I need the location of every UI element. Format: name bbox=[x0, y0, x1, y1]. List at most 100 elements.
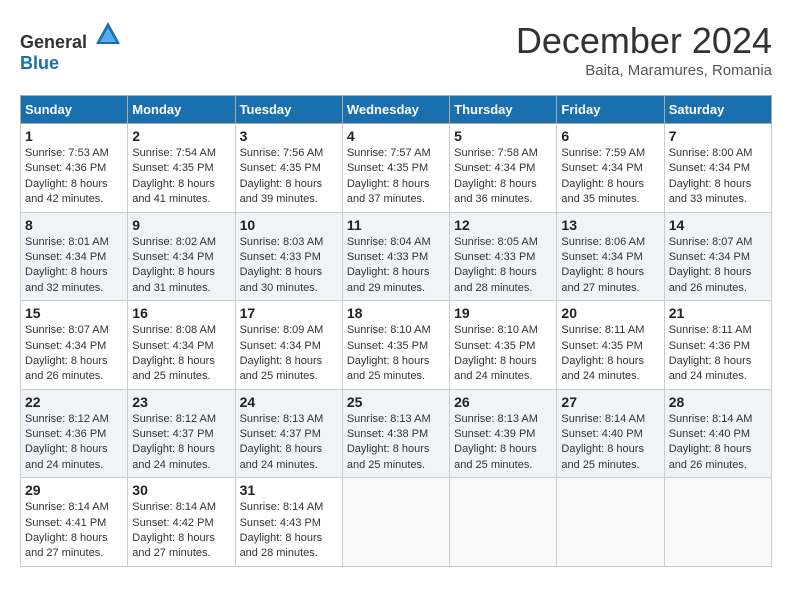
cell-content: Sunrise: 8:07 AMSunset: 4:34 PMDaylight:… bbox=[25, 324, 109, 382]
day-number: 29 bbox=[25, 482, 123, 498]
calendar-cell: 6 Sunrise: 7:59 AMSunset: 4:34 PMDayligh… bbox=[557, 124, 664, 213]
calendar-header: SundayMondayTuesdayWednesdayThursdayFrid… bbox=[21, 96, 772, 124]
week-row-1: 1 Sunrise: 7:53 AMSunset: 4:36 PMDayligh… bbox=[21, 124, 772, 213]
logo-general: General bbox=[20, 32, 87, 52]
day-number: 1 bbox=[25, 128, 123, 144]
cell-content: Sunrise: 8:14 AMSunset: 4:41 PMDaylight:… bbox=[25, 501, 109, 559]
cell-content: Sunrise: 8:06 AMSunset: 4:34 PMDaylight:… bbox=[561, 236, 645, 294]
calendar-cell: 7 Sunrise: 8:00 AMSunset: 4:34 PMDayligh… bbox=[664, 124, 771, 213]
day-number: 6 bbox=[561, 128, 659, 144]
calendar-cell: 28 Sunrise: 8:14 AMSunset: 4:40 PMDaylig… bbox=[664, 389, 771, 478]
col-header-tuesday: Tuesday bbox=[235, 96, 342, 124]
location-title: Baita, Maramures, Romania bbox=[516, 62, 772, 79]
cell-content: Sunrise: 8:08 AMSunset: 4:34 PMDaylight:… bbox=[132, 324, 216, 382]
calendar-cell: 12 Sunrise: 8:05 AMSunset: 4:33 PMDaylig… bbox=[450, 212, 557, 301]
day-number: 30 bbox=[132, 482, 230, 498]
calendar-cell: 15 Sunrise: 8:07 AMSunset: 4:34 PMDaylig… bbox=[21, 301, 128, 390]
calendar-cell: 14 Sunrise: 8:07 AMSunset: 4:34 PMDaylig… bbox=[664, 212, 771, 301]
week-row-2: 8 Sunrise: 8:01 AMSunset: 4:34 PMDayligh… bbox=[21, 212, 772, 301]
col-header-monday: Monday bbox=[128, 96, 235, 124]
calendar-cell bbox=[557, 478, 664, 567]
page-header: General Blue December 2024 Baita, Maramu… bbox=[20, 20, 772, 79]
cell-content: Sunrise: 8:05 AMSunset: 4:33 PMDaylight:… bbox=[454, 236, 538, 294]
cell-content: Sunrise: 8:13 AMSunset: 4:38 PMDaylight:… bbox=[347, 413, 431, 471]
week-row-3: 15 Sunrise: 8:07 AMSunset: 4:34 PMDaylig… bbox=[21, 301, 772, 390]
day-number: 8 bbox=[25, 217, 123, 233]
col-header-wednesday: Wednesday bbox=[342, 96, 449, 124]
day-number: 7 bbox=[669, 128, 767, 144]
cell-content: Sunrise: 8:09 AMSunset: 4:34 PMDaylight:… bbox=[240, 324, 324, 382]
cell-content: Sunrise: 8:12 AMSunset: 4:37 PMDaylight:… bbox=[132, 413, 216, 471]
cell-content: Sunrise: 8:13 AMSunset: 4:37 PMDaylight:… bbox=[240, 413, 324, 471]
calendar-cell: 20 Sunrise: 8:11 AMSunset: 4:35 PMDaylig… bbox=[557, 301, 664, 390]
calendar-cell: 21 Sunrise: 8:11 AMSunset: 4:36 PMDaylig… bbox=[664, 301, 771, 390]
day-number: 15 bbox=[25, 305, 123, 321]
calendar-cell: 19 Sunrise: 8:10 AMSunset: 4:35 PMDaylig… bbox=[450, 301, 557, 390]
cell-content: Sunrise: 7:59 AMSunset: 4:34 PMDaylight:… bbox=[561, 147, 645, 205]
calendar-cell: 9 Sunrise: 8:02 AMSunset: 4:34 PMDayligh… bbox=[128, 212, 235, 301]
cell-content: Sunrise: 8:14 AMSunset: 4:40 PMDaylight:… bbox=[561, 413, 645, 471]
col-header-sunday: Sunday bbox=[21, 96, 128, 124]
day-number: 21 bbox=[669, 305, 767, 321]
day-number: 23 bbox=[132, 394, 230, 410]
calendar-cell: 18 Sunrise: 8:10 AMSunset: 4:35 PMDaylig… bbox=[342, 301, 449, 390]
calendar-table: SundayMondayTuesdayWednesdayThursdayFrid… bbox=[20, 95, 772, 567]
calendar-cell: 26 Sunrise: 8:13 AMSunset: 4:39 PMDaylig… bbox=[450, 389, 557, 478]
day-number: 9 bbox=[132, 217, 230, 233]
cell-content: Sunrise: 8:02 AMSunset: 4:34 PMDaylight:… bbox=[132, 236, 216, 294]
day-number: 22 bbox=[25, 394, 123, 410]
day-number: 5 bbox=[454, 128, 552, 144]
logo: General Blue bbox=[20, 20, 122, 74]
cell-content: Sunrise: 8:07 AMSunset: 4:34 PMDaylight:… bbox=[669, 236, 753, 294]
cell-content: Sunrise: 7:58 AMSunset: 4:34 PMDaylight:… bbox=[454, 147, 538, 205]
calendar-cell: 1 Sunrise: 7:53 AMSunset: 4:36 PMDayligh… bbox=[21, 124, 128, 213]
calendar-cell: 2 Sunrise: 7:54 AMSunset: 4:35 PMDayligh… bbox=[128, 124, 235, 213]
week-row-4: 22 Sunrise: 8:12 AMSunset: 4:36 PMDaylig… bbox=[21, 389, 772, 478]
calendar-cell: 10 Sunrise: 8:03 AMSunset: 4:33 PMDaylig… bbox=[235, 212, 342, 301]
cell-content: Sunrise: 8:11 AMSunset: 4:36 PMDaylight:… bbox=[669, 324, 752, 382]
day-number: 14 bbox=[669, 217, 767, 233]
day-number: 16 bbox=[132, 305, 230, 321]
logo-blue: Blue bbox=[20, 53, 59, 73]
cell-content: Sunrise: 8:14 AMSunset: 4:40 PMDaylight:… bbox=[669, 413, 753, 471]
week-row-5: 29 Sunrise: 8:14 AMSunset: 4:41 PMDaylig… bbox=[21, 478, 772, 567]
calendar-cell bbox=[664, 478, 771, 567]
calendar-cell: 22 Sunrise: 8:12 AMSunset: 4:36 PMDaylig… bbox=[21, 389, 128, 478]
cell-content: Sunrise: 8:03 AMSunset: 4:33 PMDaylight:… bbox=[240, 236, 324, 294]
cell-content: Sunrise: 8:11 AMSunset: 4:35 PMDaylight:… bbox=[561, 324, 644, 382]
day-number: 31 bbox=[240, 482, 338, 498]
cell-content: Sunrise: 8:10 AMSunset: 4:35 PMDaylight:… bbox=[454, 324, 538, 382]
day-number: 10 bbox=[240, 217, 338, 233]
title-block: December 2024 Baita, Maramures, Romania bbox=[516, 20, 772, 79]
day-number: 17 bbox=[240, 305, 338, 321]
cell-content: Sunrise: 8:00 AMSunset: 4:34 PMDaylight:… bbox=[669, 147, 753, 205]
calendar-cell bbox=[342, 478, 449, 567]
cell-content: Sunrise: 8:01 AMSunset: 4:34 PMDaylight:… bbox=[25, 236, 109, 294]
cell-content: Sunrise: 7:57 AMSunset: 4:35 PMDaylight:… bbox=[347, 147, 431, 205]
logo-icon bbox=[94, 20, 122, 48]
calendar-cell: 23 Sunrise: 8:12 AMSunset: 4:37 PMDaylig… bbox=[128, 389, 235, 478]
calendar-cell: 4 Sunrise: 7:57 AMSunset: 4:35 PMDayligh… bbox=[342, 124, 449, 213]
calendar-cell: 30 Sunrise: 8:14 AMSunset: 4:42 PMDaylig… bbox=[128, 478, 235, 567]
month-title: December 2024 bbox=[516, 20, 772, 62]
col-header-saturday: Saturday bbox=[664, 96, 771, 124]
logo-text: General Blue bbox=[20, 20, 122, 74]
calendar-cell: 13 Sunrise: 8:06 AMSunset: 4:34 PMDaylig… bbox=[557, 212, 664, 301]
calendar-cell: 5 Sunrise: 7:58 AMSunset: 4:34 PMDayligh… bbox=[450, 124, 557, 213]
day-number: 18 bbox=[347, 305, 445, 321]
day-number: 25 bbox=[347, 394, 445, 410]
col-header-thursday: Thursday bbox=[450, 96, 557, 124]
col-header-friday: Friday bbox=[557, 96, 664, 124]
day-number: 20 bbox=[561, 305, 659, 321]
calendar-cell: 25 Sunrise: 8:13 AMSunset: 4:38 PMDaylig… bbox=[342, 389, 449, 478]
day-number: 4 bbox=[347, 128, 445, 144]
cell-content: Sunrise: 8:04 AMSunset: 4:33 PMDaylight:… bbox=[347, 236, 431, 294]
cell-content: Sunrise: 8:12 AMSunset: 4:36 PMDaylight:… bbox=[25, 413, 109, 471]
calendar-cell: 29 Sunrise: 8:14 AMSunset: 4:41 PMDaylig… bbox=[21, 478, 128, 567]
cell-content: Sunrise: 7:53 AMSunset: 4:36 PMDaylight:… bbox=[25, 147, 109, 205]
day-number: 11 bbox=[347, 217, 445, 233]
day-number: 19 bbox=[454, 305, 552, 321]
cell-content: Sunrise: 8:14 AMSunset: 4:43 PMDaylight:… bbox=[240, 501, 324, 559]
day-number: 24 bbox=[240, 394, 338, 410]
day-number: 3 bbox=[240, 128, 338, 144]
